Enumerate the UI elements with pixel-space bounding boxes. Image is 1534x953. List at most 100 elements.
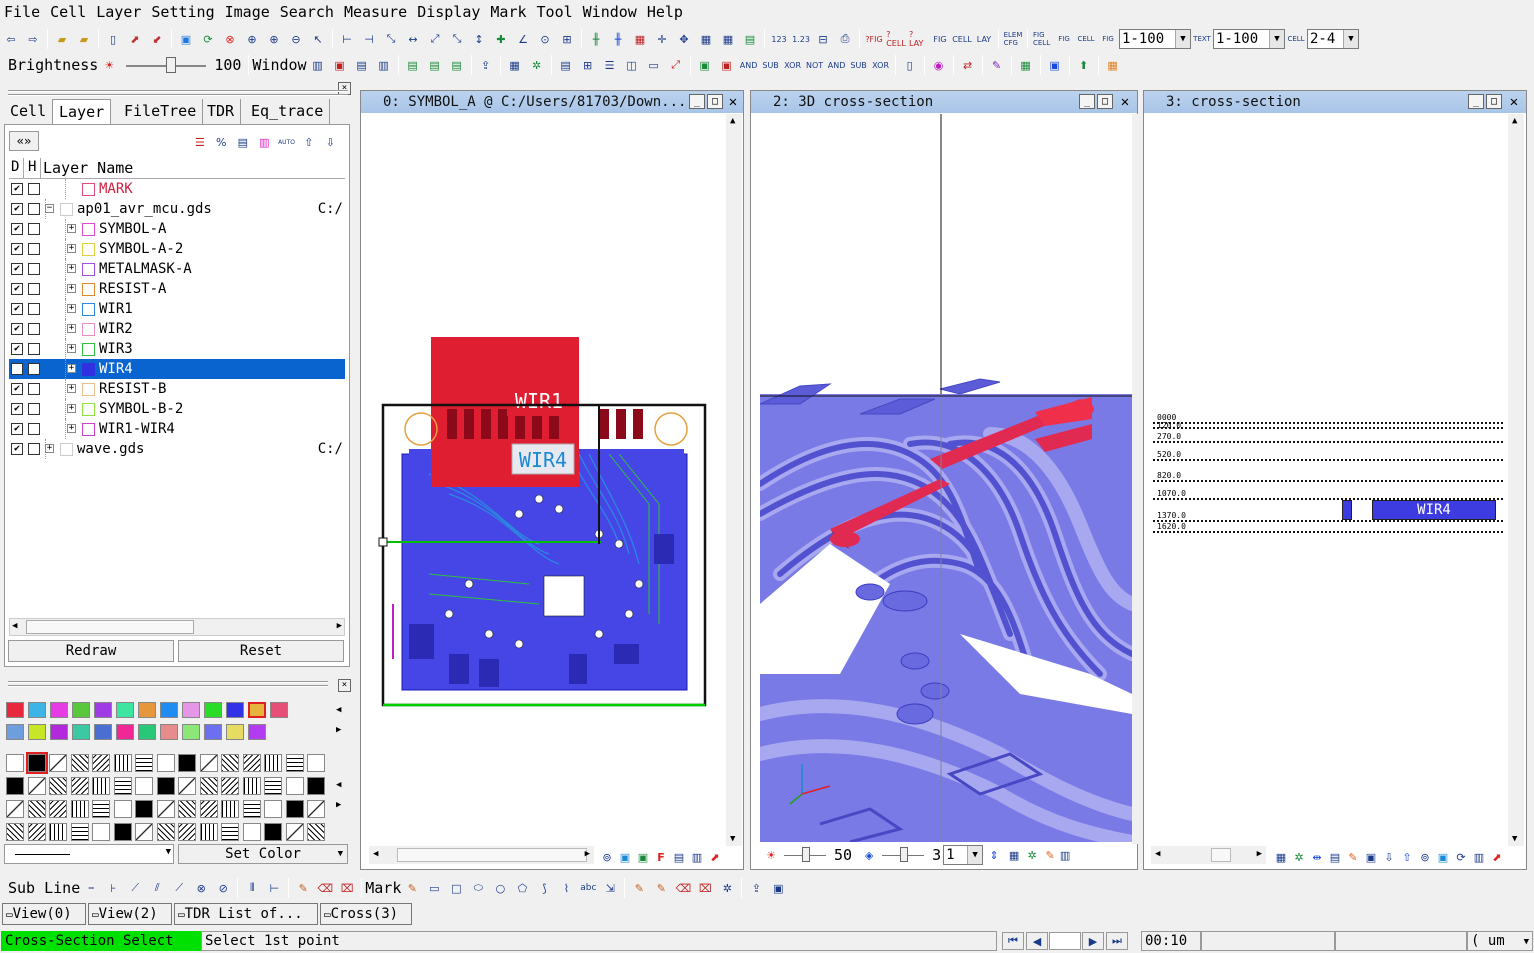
last-icon[interactable]: ⏭ (1106, 932, 1128, 950)
fig-cell-icon[interactable]: FIG CELL (1032, 29, 1052, 49)
layer-row[interactable]: ✔ + SYMBOL-A-2 (9, 239, 345, 259)
layer-row[interactable]: ✔ + SYMBOL-A (9, 219, 345, 239)
maximize-icon[interactable]: □ (1097, 94, 1113, 109)
menu-window[interactable]: Window (579, 1, 643, 23)
window-red-icon[interactable]: ▣ (330, 55, 350, 75)
ruler-icon[interactable]: ⊟ (813, 29, 833, 49)
fig-range-select[interactable]: 1-100 ▼ (1119, 29, 1191, 49)
image-icon[interactable]: ▣ (1045, 55, 1065, 75)
fill-pattern[interactable] (242, 823, 261, 841)
window-cascade-icon[interactable]: ▤ (352, 55, 372, 75)
fill-pattern[interactable] (242, 754, 261, 772)
close-icon[interactable]: ✕ (725, 94, 741, 110)
fill-pattern[interactable] (307, 823, 325, 841)
layer-row[interactable]: ✔ MARK (9, 179, 345, 199)
fill-pattern[interactable] (221, 823, 239, 841)
cube-icon[interactable]: ◈ (859, 845, 879, 865)
array2-icon[interactable]: ▦ (718, 29, 738, 49)
fill-pattern[interactable] (178, 800, 196, 818)
layer-row[interactable]: ✔ + RESIST-A (9, 279, 345, 299)
sub-op-button[interactable]: SUB (761, 55, 781, 75)
layer-table-icon[interactable]: ▤ (234, 132, 252, 152)
display-checkbox[interactable]: ✔ (11, 303, 23, 315)
tab-cell[interactable]: Cell (4, 99, 54, 124)
cross-section-vscroll[interactable]: ▲ ▼ (1508, 114, 1524, 846)
layer-color-swatch[interactable] (82, 383, 95, 396)
fig-icon[interactable]: FIG (930, 29, 950, 49)
layout-c-icon[interactable]: ☰ (600, 55, 620, 75)
fill-pattern[interactable] (49, 754, 67, 772)
subline-delete-all-icon[interactable]: ⌧ (337, 878, 357, 898)
minimize-icon[interactable]: _ (1468, 94, 1484, 109)
display-checkbox[interactable]: ✔ (11, 283, 23, 295)
xs-down-icon[interactable]: ⇩ (1381, 847, 1397, 867)
expand-icon[interactable]: + (67, 244, 76, 253)
fill-pattern[interactable] (221, 800, 239, 818)
cell-icon[interactable]: CELL (952, 29, 972, 49)
fill-pattern[interactable] (49, 823, 67, 841)
fill-pattern[interactable] (70, 777, 89, 795)
color-swatch[interactable] (6, 724, 24, 740)
fill-pattern[interactable] (70, 800, 89, 818)
fill-pattern[interactable] (199, 777, 218, 795)
fill-pattern[interactable] (156, 823, 175, 841)
not-op-button[interactable]: NOT (805, 55, 825, 75)
window-tab[interactable]: ▭View(2) (88, 903, 172, 925)
layout-f-icon[interactable]: ⤢ (666, 55, 686, 75)
layer-row[interactable]: ✔ + SYMBOL-B-2 (9, 399, 345, 419)
fill-pattern[interactable] (92, 754, 110, 772)
expand-icon[interactable]: + (67, 324, 76, 333)
export-icon[interactable]: ⬈ (125, 29, 145, 49)
hide-checkbox[interactable] (28, 383, 40, 395)
color-swatch[interactable] (138, 724, 156, 740)
layer-color-swatch[interactable] (82, 243, 95, 256)
color-swatch[interactable] (116, 724, 134, 740)
grid-3d-icon[interactable]: ▦ (1006, 845, 1022, 865)
xs-save-icon[interactable]: ▣ (1363, 847, 1379, 867)
fill-pattern[interactable] (285, 823, 304, 841)
3d-canvas[interactable] (760, 114, 1132, 842)
mark-edit-icon[interactable]: ✎ (629, 878, 649, 898)
back-icon[interactable]: ⇦ (1, 29, 21, 49)
fill-pattern[interactable] (92, 777, 110, 795)
array3-icon[interactable]: ▤ (740, 29, 760, 49)
fill-pattern[interactable] (135, 777, 153, 795)
hide-checkbox[interactable] (28, 443, 40, 455)
layer-color-swatch[interactable] (82, 183, 95, 196)
collapse-icon[interactable]: − (45, 204, 54, 213)
mark-polygon-icon[interactable]: ⬠ (512, 878, 532, 898)
expand-icon[interactable]: + (67, 284, 76, 293)
pattern-scroll[interactable]: ◀ ▶ (333, 778, 349, 814)
expand-icon[interactable]: + (67, 224, 76, 233)
display-checkbox[interactable]: ✔ (11, 223, 23, 235)
cross-measure-icon[interactable]: ✚ (491, 29, 511, 49)
lay-icon[interactable]: LAY (974, 29, 994, 49)
fill-pattern[interactable] (92, 823, 110, 841)
table-icon[interactable]: ▦ (505, 55, 525, 75)
layer-row[interactable]: ✔ + WIR1 (9, 299, 345, 319)
xs-refresh-icon[interactable]: ⟳ (1453, 847, 1469, 867)
expand-icon[interactable]: + (45, 444, 54, 453)
display-checkbox[interactable]: ✔ (11, 263, 23, 275)
expand-icon[interactable]: + (67, 304, 76, 313)
hide-checkbox[interactable] (28, 323, 40, 335)
cell-fig-icon[interactable]: CELL (1076, 29, 1096, 49)
fill-pattern[interactable] (264, 754, 282, 772)
subline-delete-icon[interactable]: ⌫ (315, 878, 335, 898)
window-v-icon[interactable]: ▥ (374, 55, 394, 75)
color-swatch[interactable] (204, 724, 222, 740)
hide-checkbox[interactable] (28, 423, 40, 435)
palette-scroll[interactable]: ◀ ▶ (333, 703, 349, 739)
expand-icon[interactable]: + (67, 424, 76, 433)
color-swatch[interactable] (248, 724, 266, 740)
display-checkbox[interactable]: ✔ (11, 423, 23, 435)
fill-pattern[interactable] (221, 777, 239, 795)
minimize-icon[interactable]: _ (689, 94, 705, 109)
fill-pattern[interactable] (6, 800, 24, 818)
fill-pattern[interactable] (156, 800, 175, 818)
menu-measure[interactable]: Measure (340, 1, 413, 23)
layout-tool-7-icon[interactable]: ⬈ (707, 847, 723, 867)
expand-icon[interactable]: + (67, 384, 76, 393)
menu-cell[interactable]: Cell (46, 1, 92, 23)
color-swatch[interactable] (226, 724, 244, 740)
